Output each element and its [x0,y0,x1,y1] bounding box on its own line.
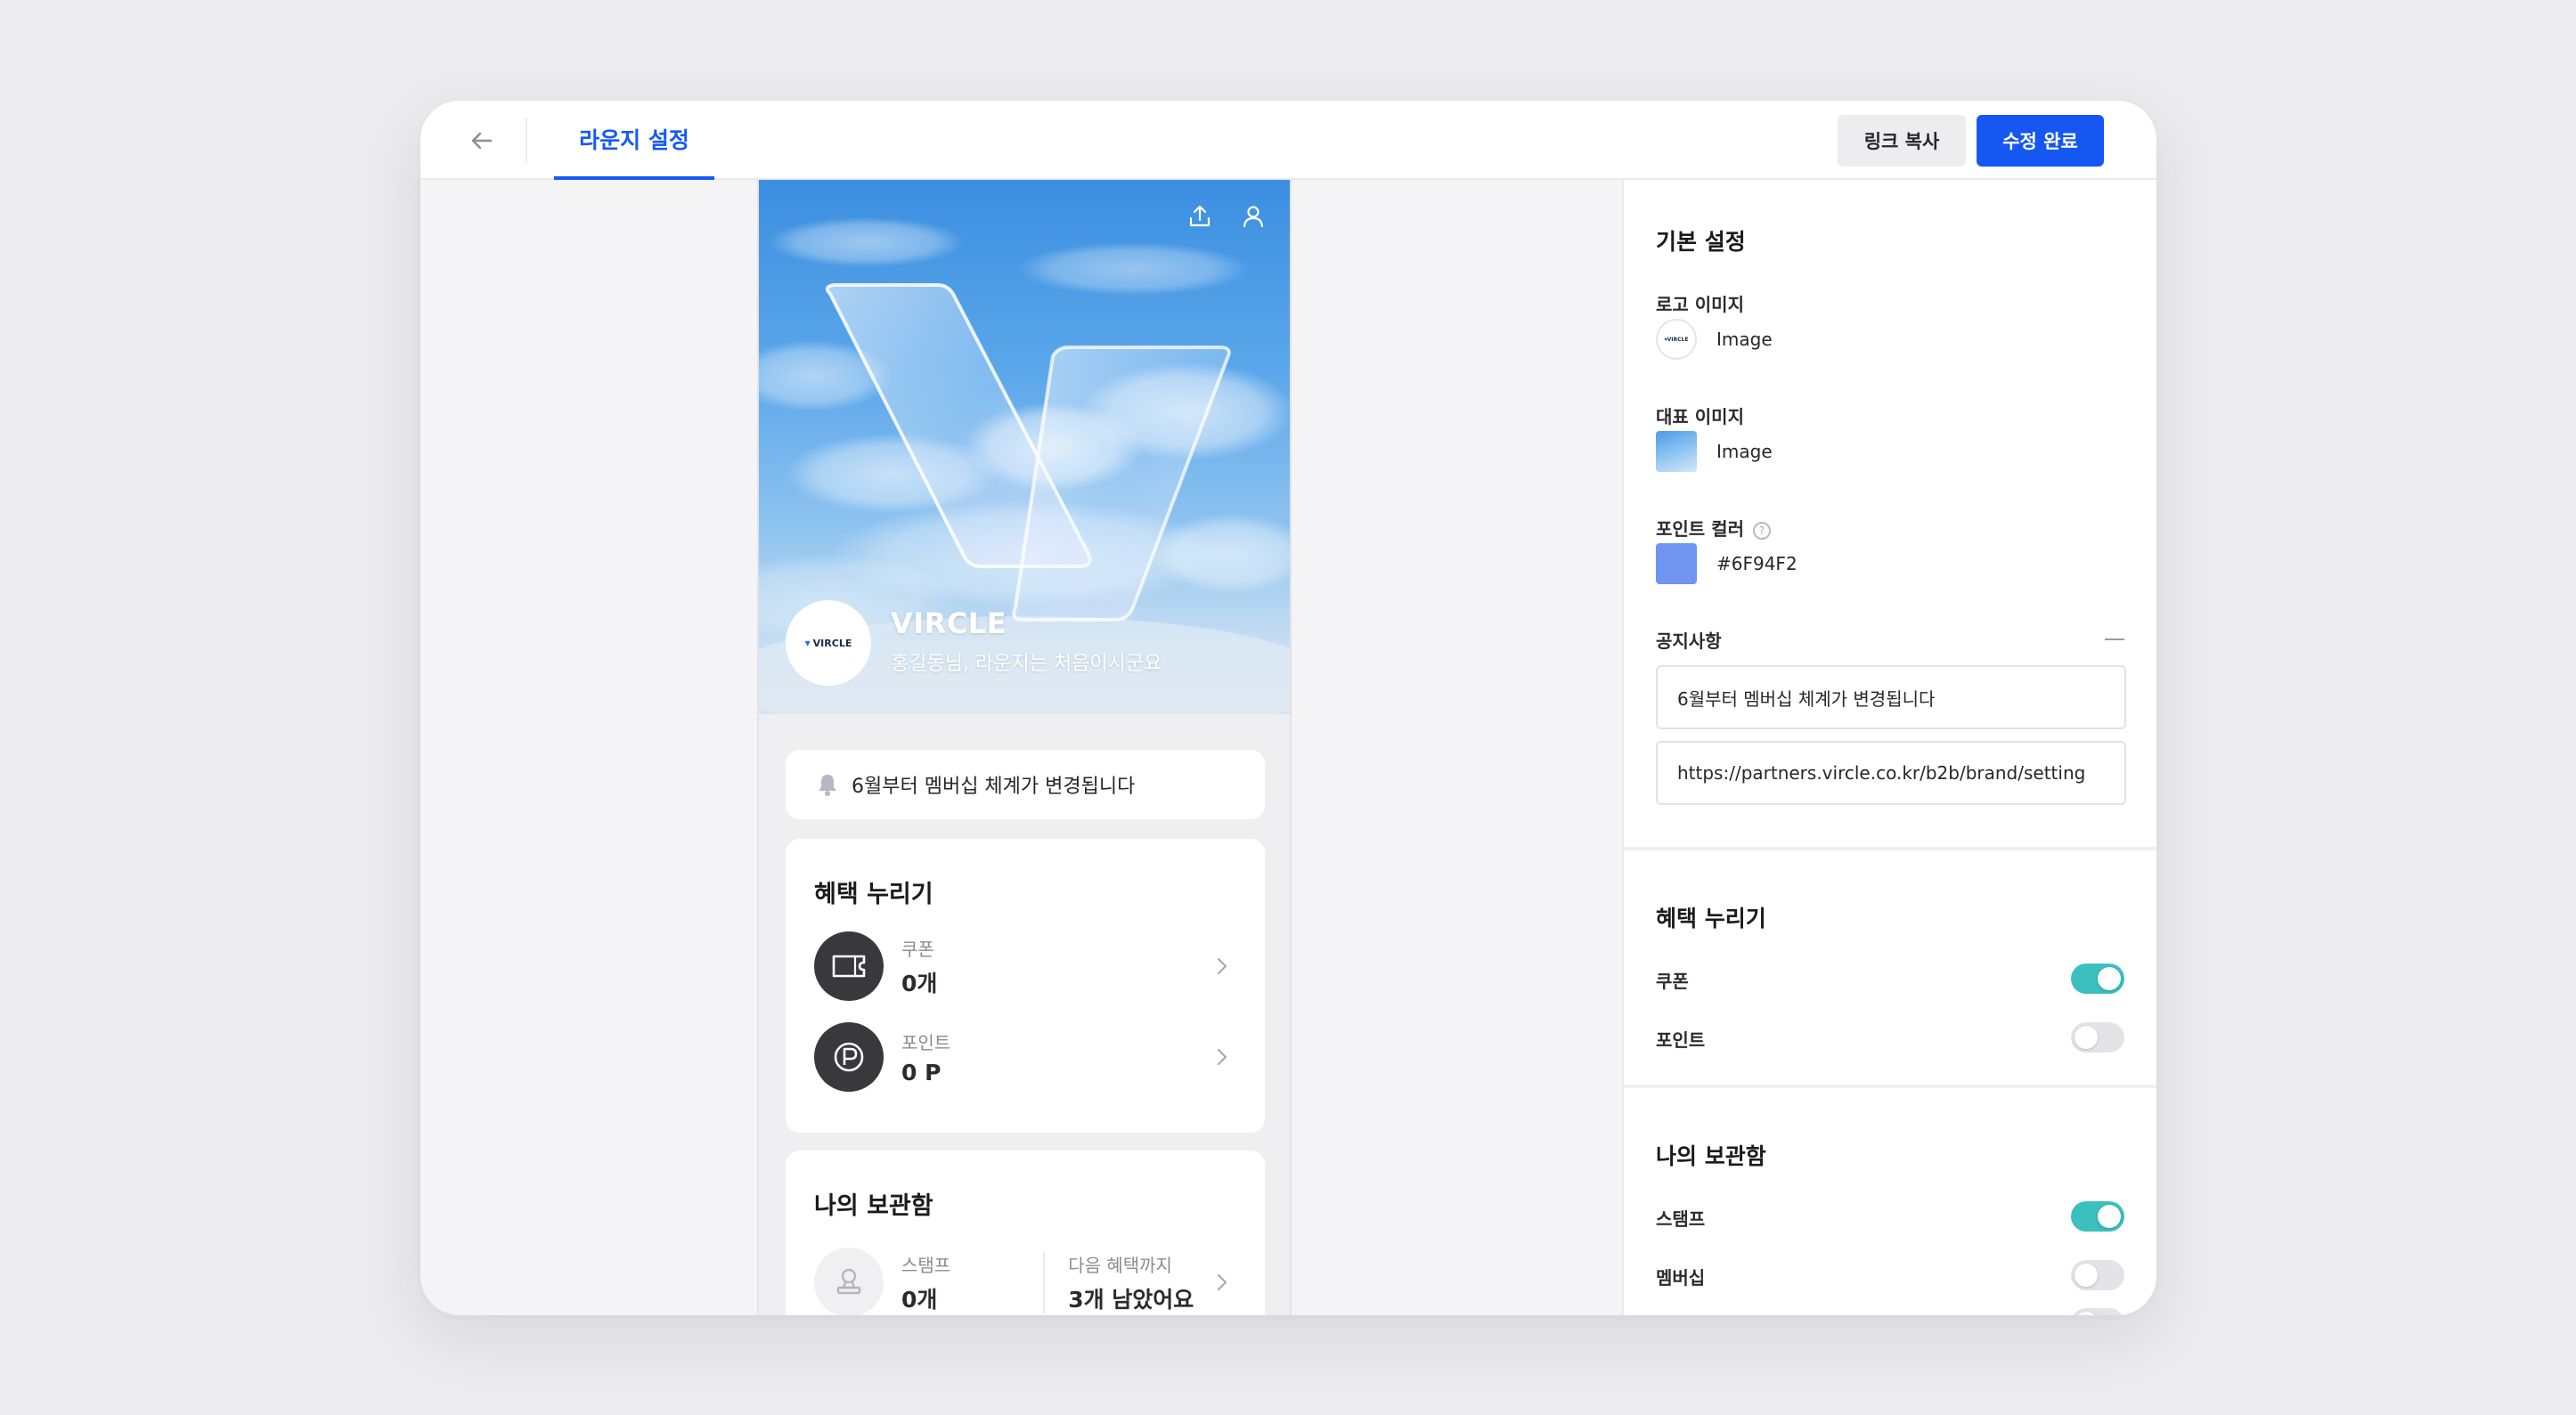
color-swatch[interactable] [1656,543,1697,584]
divider [526,118,527,163]
hero-actions [1183,199,1270,233]
stamp-row[interactable]: 스탬프 0개 다음 혜택까지 3개 남았어요 [814,1247,1240,1315]
main-image-picker[interactable]: Image [1656,431,1773,472]
arrow-left-icon [471,132,493,150]
storage-title: 나의 보관함 [814,1192,933,1220]
benefits-card: 혜택 누리기 쿠폰 0개 포인트 0 P [786,839,1265,1133]
logo-image-value: Image [1716,329,1773,350]
top-bar: 라운지 설정 링크 복사 수정 완료 [420,101,2156,180]
notice-text-input[interactable] [1656,665,2126,729]
user-icon [1243,206,1264,228]
coupon-row[interactable]: 쿠폰 0개 [814,931,1240,1002]
tab-lounge-settings[interactable]: 라운지 설정 [554,101,714,180]
benefits-title: 혜택 누리기 [814,881,933,908]
brand-logo: ▾ VIRCLE [786,600,871,686]
share-icon [1189,205,1211,227]
stamp-icon [814,1248,884,1315]
next-toggle-partial[interactable] [2071,1308,2124,1315]
save-done-button[interactable]: 수정 완료 [1977,115,2104,167]
bell-icon [816,772,839,797]
point-icon [814,1022,884,1092]
coupon-toggle[interactable] [2071,964,2124,994]
next-benefit-label: 다음 혜택까지 [1068,1254,1172,1276]
point-color-label: 포인트 컬러? [1656,515,1771,541]
back-button[interactable] [460,118,504,163]
collapse-minus-icon[interactable] [2105,638,2124,640]
stamp-toggle-label: 스탬프 [1656,1208,1706,1230]
hero-image: ▾ VIRCLE VIRCLE 홍길동님, 라운지는 처음이시군요 [759,180,1290,714]
main-image-thumbnail [1656,431,1697,472]
point-color-value: #6F94F2 [1716,553,1797,574]
point-label: 포인트 [901,1032,951,1053]
profile-button[interactable] [1236,199,1270,233]
main-image-value: Image [1716,441,1773,462]
copy-link-button[interactable]: 링크 복사 [1838,115,1966,167]
coupon-count: 0개 [901,970,938,996]
logo-thumbnail: ▾VIRCLE [1656,319,1697,360]
point-toggle-label: 포인트 [1656,1029,1706,1051]
lounge-preview: ▾ VIRCLE VIRCLE 홍길동님, 라운지는 처음이시군요 6월부터 멤… [757,180,1292,1315]
point-row[interactable]: 포인트 0 P [814,1021,1240,1093]
membership-toggle[interactable] [2071,1260,2124,1290]
stamp-count: 0개 [901,1286,938,1313]
main-image-label: 대표 이미지 [1656,406,1744,427]
brand-logo-text: VIRCLE [812,637,852,649]
notice-banner[interactable]: 6월부터 멤버십 체계가 변경됩니다 [786,750,1265,819]
chevron-right-icon [1217,1273,1227,1291]
chevron-right-icon [1217,957,1227,975]
help-icon[interactable]: ? [1752,521,1771,540]
notice-label: 공지사항 [1656,630,1722,652]
section-divider [1624,1085,2156,1088]
vircle-mark-icon: ▾ [804,637,811,649]
logo-image-label: 로고 이미지 [1656,294,1744,315]
share-button[interactable] [1183,199,1217,233]
point-value: 0 P [901,1060,942,1086]
basic-settings-title: 기본 설정 [1656,229,1746,255]
chevron-right-icon [1217,1048,1227,1066]
notice-url-input[interactable] [1656,741,2126,805]
stamp-toggle[interactable] [2071,1201,2124,1232]
storage-card: 나의 보관함 스탬프 0개 다음 혜택까지 3개 남았어요 [786,1151,1265,1315]
lounge-settings-window: 라운지 설정 링크 복사 수정 완료 ▾ VIRCLE VIRCLE 홍길동님,… [420,101,2156,1315]
membership-toggle-label: 멤버십 [1656,1267,1706,1289]
notice-text: 6월부터 멤버십 체계가 변경됩니다 [852,776,1136,798]
coupon-icon [814,931,884,1001]
next-benefit-value: 3개 남았어요 [1068,1286,1194,1313]
point-toggle[interactable] [2071,1022,2124,1053]
coupon-label: 쿠폰 [901,938,934,960]
point-color-picker[interactable]: #6F94F2 [1656,543,1797,584]
point-color-label-text: 포인트 컬러 [1656,518,1744,540]
greeting-text: 홍길동님, 라운지는 처음이시군요 [891,653,1162,675]
logo-image-picker[interactable]: ▾VIRCLE Image [1656,319,1773,360]
stamp-label: 스탬프 [901,1254,951,1276]
section-divider [1624,847,2156,850]
divider [1043,1251,1046,1313]
coupon-toggle-label: 쿠폰 [1656,971,1689,992]
benefits-settings-title: 혜택 누리기 [1656,906,1766,931]
settings-panel: 기본 설정 로고 이미지 ▾VIRCLE Image 대표 이미지 Image … [1622,180,2156,1315]
brand-name: VIRCLE [891,606,1007,640]
brand-header: ▾ VIRCLE VIRCLE 홍길동님, 라운지는 처음이시군요 [786,600,1162,686]
storage-settings-title: 나의 보관함 [1656,1143,1766,1169]
